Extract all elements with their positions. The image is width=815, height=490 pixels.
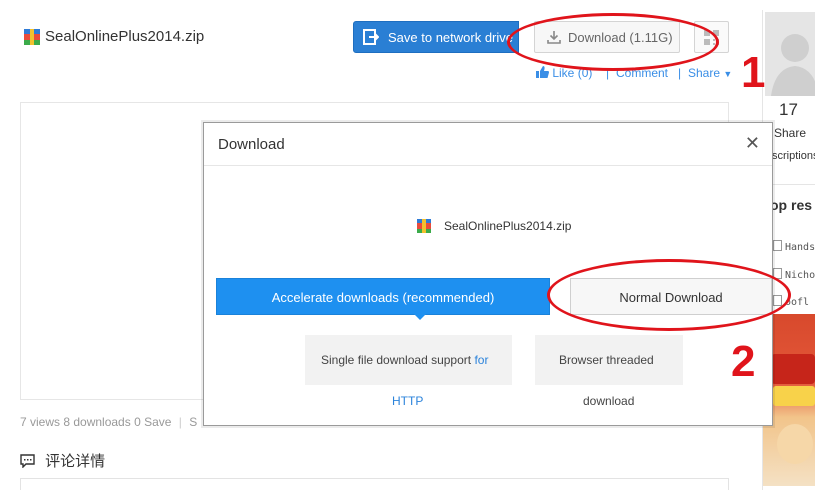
sidebar-subscriptions-label: scriptions bbox=[772, 150, 815, 162]
sidebar-share-count: 17 bbox=[779, 100, 798, 119]
chevron-down-icon: ▼ bbox=[723, 69, 733, 79]
share-separator: | bbox=[678, 66, 682, 80]
annotation-circle-normal-download bbox=[547, 259, 791, 331]
normal-info-box: Browser threaded bbox=[535, 335, 683, 385]
save-to-drive-label: Save to network drive bbox=[388, 30, 514, 45]
save-to-drive-icon bbox=[363, 29, 379, 45]
share-label: Share bbox=[688, 66, 721, 80]
comment-icon bbox=[20, 454, 35, 469]
close-icon[interactable]: ✕ bbox=[745, 134, 760, 152]
annotation-number-1: 1 bbox=[741, 48, 766, 97]
accelerate-info-text: Single file download support bbox=[321, 353, 472, 367]
avatar-placeholder-icon bbox=[771, 34, 815, 96]
accelerate-info-box: Single file download support for bbox=[305, 335, 512, 385]
accelerate-info-http[interactable]: HTTP bbox=[392, 394, 423, 408]
dialog-file-name: SealOnlinePlus2014.zip bbox=[444, 219, 572, 233]
document-icon bbox=[773, 240, 782, 251]
comments-heading: 评论详情 bbox=[20, 450, 105, 471]
avatar[interactable] bbox=[765, 12, 815, 96]
file-name-title: SealOnlinePlus2014.zip bbox=[45, 28, 205, 45]
annotation-number-2: 2 bbox=[731, 337, 756, 386]
zip-file-icon bbox=[417, 219, 431, 233]
accelerate-info-link[interactable]: for bbox=[474, 353, 488, 367]
annotation-circle-download bbox=[507, 13, 719, 71]
sidebar-resource-label: Nicho bbox=[785, 270, 815, 281]
sidebar-resource-item[interactable]: Hands bbox=[773, 240, 815, 253]
file-stats: 7 views 8 downloads 0 Save | S bbox=[20, 415, 198, 429]
comment-input-area[interactable] bbox=[20, 478, 729, 490]
sidebar-share-label: Share bbox=[774, 126, 807, 140]
sidebar-resource-label: Hands bbox=[785, 242, 815, 253]
stats-extra: S bbox=[189, 415, 198, 429]
sidebar-top-resources-heading: op res bbox=[770, 197, 813, 213]
accelerate-download-button[interactable]: Accelerate downloads (recommended) bbox=[216, 278, 550, 320]
tooltip-pointer bbox=[414, 314, 426, 320]
accelerate-download-label: Accelerate downloads (recommended) bbox=[271, 290, 495, 305]
save-to-drive-button[interactable]: Save to network drive bbox=[353, 21, 519, 53]
thumbs-up-icon bbox=[536, 66, 549, 78]
zip-file-icon bbox=[24, 29, 40, 45]
normal-info-text-2: download bbox=[583, 394, 635, 408]
share-link[interactable]: Share ▼ bbox=[688, 66, 732, 80]
comments-title: 评论详情 bbox=[45, 453, 106, 470]
normal-info-text: Browser threaded bbox=[559, 353, 654, 367]
dialog-title: Download bbox=[218, 136, 285, 153]
stats-text: 7 views 8 downloads 0 Save bbox=[20, 415, 172, 429]
dialog-header: Download ✕ bbox=[204, 123, 772, 166]
